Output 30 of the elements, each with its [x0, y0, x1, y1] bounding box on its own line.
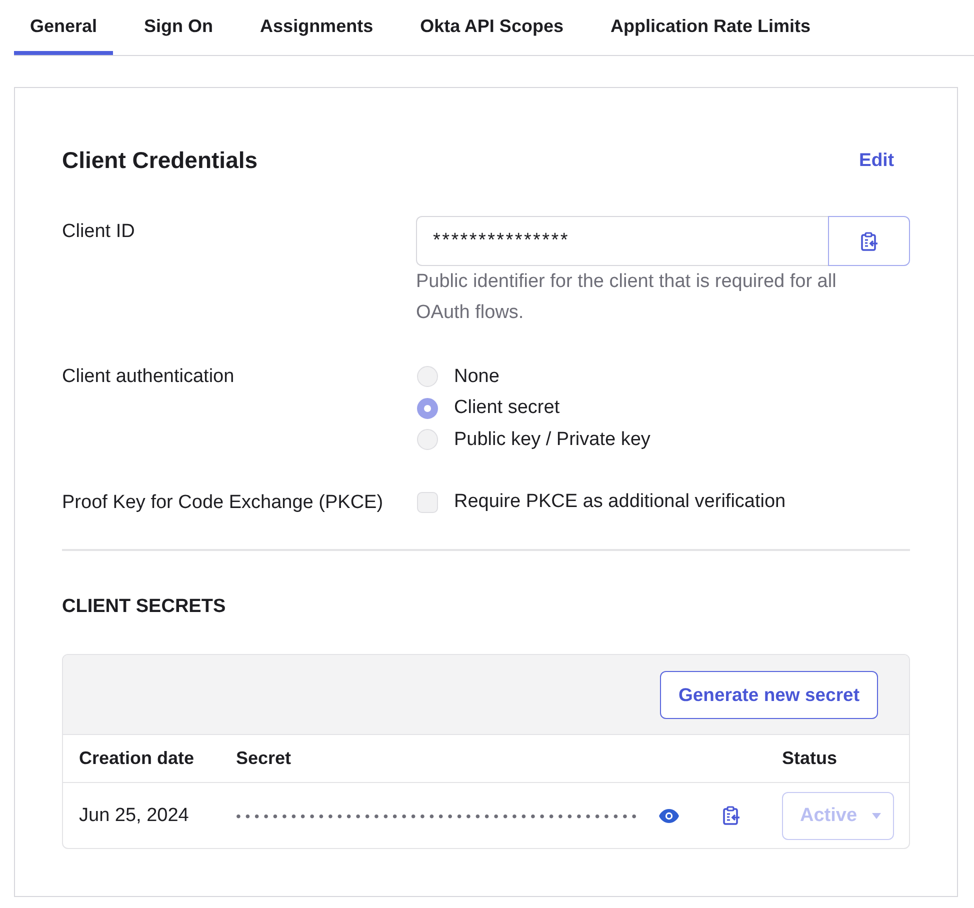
- column-header: Creation date: [78, 748, 196, 769]
- section-title: Client Credentials: [62, 146, 258, 174]
- radio-label: Public key / Private key: [454, 428, 650, 451]
- checkbox[interactable]: [417, 492, 438, 513]
- clipboard-icon[interactable]: [860, 232, 878, 250]
- table-cell-text: Jun 25, 2024: [78, 804, 190, 826]
- help-text: Public identifier for the client that is required for all OAuth flows.: [416, 270, 838, 325]
- radio-label: None: [454, 366, 500, 388]
- tab[interactable]: Okta API Scopes: [404, 0, 580, 55]
- field-label: Client authentication: [62, 365, 236, 389]
- radio-button[interactable]: [417, 398, 438, 419]
- radio-label: Client secret: [454, 397, 560, 420]
- client-id-field[interactable]: ***************: [416, 216, 828, 266]
- caret-icon: [872, 812, 881, 818]
- clipboard-icon[interactable]: [722, 806, 740, 825]
- column-header: Secret: [235, 748, 292, 769]
- tab[interactable]: Assignments: [244, 0, 390, 55]
- masked-secret: ••••••••••••••••••••••••••••••••••••••••••••: [236, 808, 641, 824]
- copy-button[interactable]: [828, 216, 910, 266]
- tab[interactable]: Sign On: [128, 0, 230, 55]
- eye-icon[interactable]: [658, 808, 679, 822]
- tab[interactable]: General: [14, 0, 114, 55]
- generate-secret-button[interactable]: Generate new secret: [660, 670, 878, 718]
- column-header: Status: [781, 748, 838, 769]
- edit-link[interactable]: Edit: [859, 149, 894, 171]
- checkbox-label: Require PKCE as additional verification: [454, 491, 786, 514]
- field-label: Client ID: [62, 220, 136, 244]
- field-label: Proof Key for Code Exchange (PKCE): [62, 490, 384, 514]
- tab[interactable]: Application Rate Limits: [594, 0, 826, 55]
- section-heading: CLIENT SECRETS: [62, 595, 227, 619]
